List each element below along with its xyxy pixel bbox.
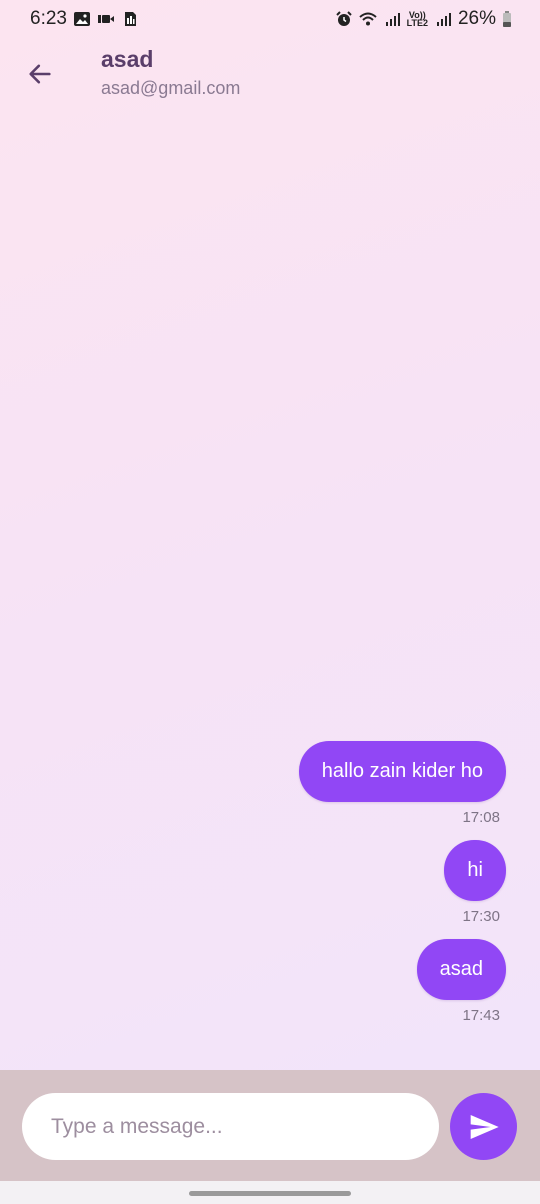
send-icon [470,1114,499,1139]
volte-bottom-label: LTE2 [406,18,428,28]
message-item: hallo zain kider ho 17:08 [298,741,506,826]
battery-percent: 26% [457,8,496,29]
message-item: hi 17:30 [444,840,506,925]
contact-email: asad@gmail.com [101,78,241,98]
status-bar: 6:23 Vo)) LTE2 26% [0,0,540,38]
status-right: Vo)) LTE2 26% [335,8,512,30]
alarm-icon [335,11,353,27]
message-bubble[interactable]: hallo zain kider ho [298,741,506,802]
message-time: 17:43 [462,1007,500,1024]
arrow-left-icon [29,64,51,84]
message-bubble[interactable]: asad [416,939,506,1000]
message-item: asad 17:43 [416,939,506,1024]
gallery-icon [73,11,91,27]
status-time: 6:23 [30,8,67,29]
message-composer [0,1070,540,1181]
contact-name: asad [101,46,154,72]
message-list: hallo zain kider ho 17:08 hi 17:30 asad … [26,741,506,1038]
message-input[interactable] [22,1093,439,1160]
volte-indicator: Vo)) LTE2 [406,11,428,28]
wifi-icon [358,11,377,27]
signal-icon [434,11,452,27]
message-time: 17:30 [462,908,500,925]
home-indicator[interactable] [189,1191,351,1196]
video-icon [97,11,115,27]
status-left: 6:23 [30,8,139,30]
sim-icon [121,11,139,27]
message-bubble[interactable]: hi [444,840,506,901]
message-time: 17:08 [462,809,500,826]
send-button[interactable] [450,1093,517,1160]
chat-header: asad asad@gmail.com [0,38,540,108]
system-nav-bar [0,1181,540,1204]
back-button[interactable] [18,52,62,96]
battery-icon [502,11,512,27]
signal-icon [383,11,401,27]
